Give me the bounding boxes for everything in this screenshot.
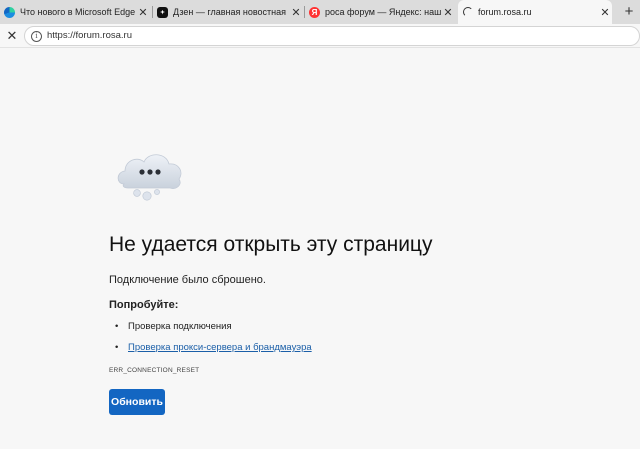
cloud-icon [117,154,182,201]
suggestions-list: • Проверка подключения • Проверка прокси… [115,320,312,362]
tab-strip: Что нового в Microsoft Edge ✕ Дзен — гла… [0,0,640,24]
tab-yandex-search[interactable]: Я роса форум — Яндекс: нашлось ✕ [305,0,455,24]
address-bar[interactable]: i https://forum.rosa.ru [24,26,640,46]
suggestion-check-connection: • Проверка подключения [115,320,312,341]
stop-loading-button[interactable]: ✕ [3,27,21,45]
suggestion-check-proxy: • Проверка прокси-сервера и брандмауэра [115,341,312,362]
tab-title: forum.rosa.ru [478,7,532,17]
toolbar: ✕ i https://forum.rosa.ru [0,24,640,48]
loading-icon [462,7,473,18]
tab-close-icon[interactable]: ✕ [136,6,150,19]
bullet: • [115,342,119,353]
tab-forum-rosa[interactable]: forum.rosa.ru ✕ [458,0,612,24]
tab-title: Что нового в Microsoft Edge [20,7,136,17]
tab-close-icon[interactable]: ✕ [289,6,303,19]
new-tab-button[interactable]: + [619,2,639,22]
edge-icon [4,6,15,18]
url-text[interactable]: https://forum.rosa.ru [47,30,132,41]
suggestions-title: Попробуйте: [109,299,179,311]
bullet: • [115,321,119,332]
tab-close-icon[interactable]: ✕ [441,6,455,19]
error-code: ERR_CONNECTION_RESET [109,367,200,374]
reload-button[interactable]: Обновить [109,389,165,415]
tab-microsoft-edge[interactable]: Что нового в Microsoft Edge ✕ [0,0,150,24]
site-info-icon[interactable]: i [31,31,42,42]
tab-title: роса форум — Яндекс: нашлось [325,7,441,17]
tab-title: Дзен — главная новостная инфо [173,7,289,17]
check-proxy-link[interactable]: Проверка прокси-сервера и брандмауэра [128,342,312,353]
dzen-icon [157,6,168,18]
error-subtitle: Подключение было сброшено. [109,274,266,286]
tab-dzen[interactable]: Дзен — главная новостная инфо ✕ [153,0,303,24]
yandex-icon: Я [309,6,320,18]
tab-close-icon[interactable]: ✕ [598,6,612,19]
error-heading: Не удается открыть эту страницу [109,233,433,256]
suggestion-text: Проверка подключения [128,321,232,332]
